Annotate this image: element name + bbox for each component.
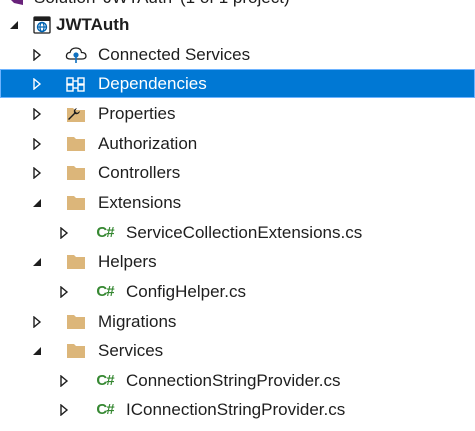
expand-arrow-icon[interactable] <box>29 314 45 330</box>
solution-icon <box>4 0 28 8</box>
tree-item-label: Migrations <box>98 312 177 331</box>
folder-icon <box>64 134 88 154</box>
tree-item-label: Authorization <box>98 134 198 153</box>
tree-item-migrations[interactable]: Migrations <box>0 307 475 336</box>
csharp-file-icon: C# <box>96 401 114 418</box>
tree-item-label: Services <box>98 341 164 360</box>
csharp-file-icon: C# <box>96 283 114 300</box>
tree-item-label: Helpers <box>98 252 157 271</box>
tree-item-services[interactable]: Services <box>0 336 475 365</box>
expand-arrow-icon[interactable] <box>29 165 45 181</box>
expand-arrow-icon[interactable] <box>56 284 72 300</box>
tree-item-connection-string-provider[interactable]: C# ConnectionStringProvider.cs <box>0 366 475 395</box>
tree-item-label: Extensions <box>98 193 182 212</box>
tree-item-dependencies[interactable]: Dependencies <box>0 69 475 98</box>
collapse-arrow-icon[interactable] <box>6 17 22 33</box>
tree-item-extensions[interactable]: Extensions <box>0 188 475 217</box>
tree-item-controllers[interactable]: Controllers <box>0 158 475 187</box>
tree-item-label: Dependencies <box>98 74 207 93</box>
tree-item-label: Connected Services <box>98 45 251 64</box>
project-row-jwtauth[interactable]: JWTAuth <box>0 10 475 39</box>
dependencies-icon <box>64 74 88 94</box>
tree-item-label: ServiceCollectionExtensions.cs <box>126 223 363 242</box>
tree-item-label: ConfigHelper.cs <box>126 282 247 301</box>
folder-icon <box>64 252 88 272</box>
folder-icon <box>64 163 88 183</box>
tree-item-label: IConnectionStringProvider.cs <box>126 400 346 419</box>
tree-item-config-helper[interactable]: C# ConfigHelper.cs <box>0 277 475 306</box>
expand-arrow-icon[interactable] <box>56 402 72 418</box>
collapse-arrow-icon[interactable] <box>29 343 45 359</box>
connected-services-icon <box>64 45 88 65</box>
expand-arrow-icon[interactable] <box>29 106 45 122</box>
expand-arrow-icon[interactable] <box>29 76 45 92</box>
expand-arrow-icon[interactable] <box>29 47 45 63</box>
tree-item-label: Properties <box>98 104 176 123</box>
properties-icon <box>64 104 88 124</box>
collapse-arrow-icon[interactable] <box>29 195 45 211</box>
tree-item-helpers[interactable]: Helpers <box>0 247 475 276</box>
csharp-file-icon: C# <box>96 224 114 241</box>
tree-item-authorization[interactable]: Authorization <box>0 129 475 158</box>
expand-arrow-icon[interactable] <box>56 373 72 389</box>
solution-explorer-tree: Solution 'JWTAuth' (1 of 1 project) JWTA… <box>0 0 475 431</box>
folder-icon <box>64 312 88 332</box>
tree-item-label: ConnectionStringProvider.cs <box>126 371 341 390</box>
tree-item-properties[interactable]: Properties <box>0 99 475 128</box>
tree-item-connected-services[interactable]: Connected Services <box>0 40 475 69</box>
project-label: JWTAuth <box>56 15 130 34</box>
tree-item-service-collection-extensions[interactable]: C# ServiceCollectionExtensions.cs <box>0 218 475 247</box>
folder-icon <box>64 193 88 213</box>
expand-arrow-icon[interactable] <box>29 136 45 152</box>
csharp-file-icon: C# <box>96 372 114 389</box>
tree-item-label: Controllers <box>98 163 181 182</box>
tree-item-iconnection-string-provider[interactable]: C# IConnectionStringProvider.cs <box>0 395 475 424</box>
expand-arrow-icon[interactable] <box>56 225 72 241</box>
web-project-icon <box>30 15 54 35</box>
collapse-arrow-icon[interactable] <box>29 254 45 270</box>
folder-icon <box>64 341 88 361</box>
